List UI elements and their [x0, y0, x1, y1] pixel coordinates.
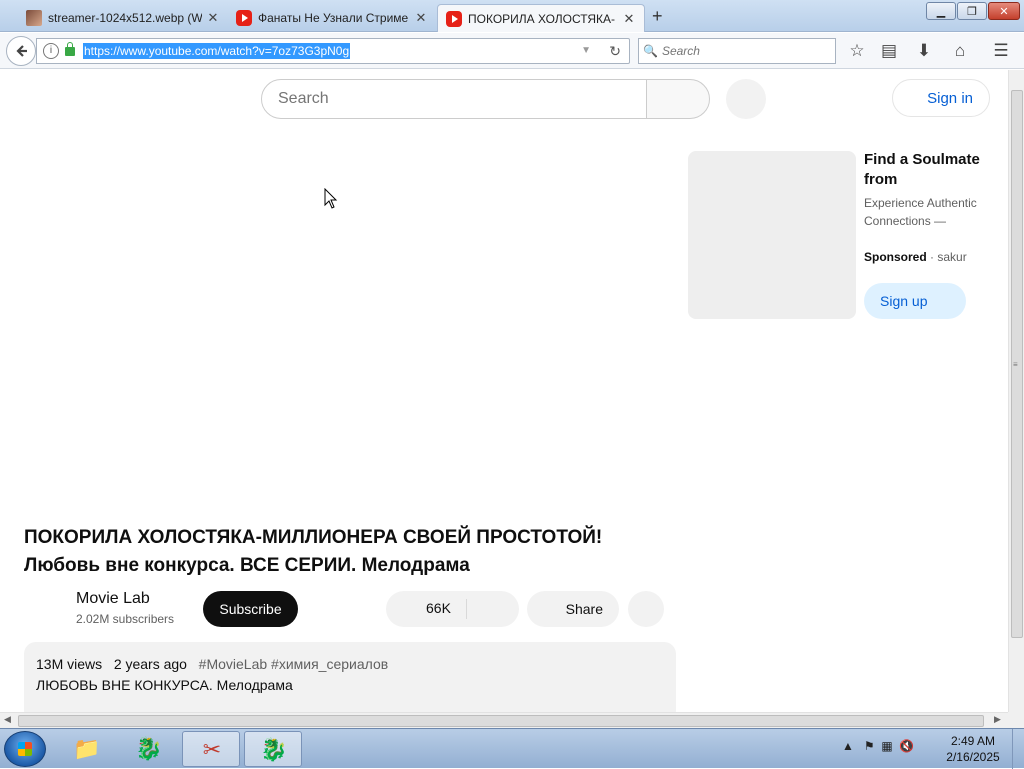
more-actions-button[interactable] — [628, 591, 664, 627]
channel-name[interactable]: Movie Lab — [76, 590, 150, 608]
nav-toolbar: i https://www.youtube.com/watch?v=7oz73G… — [0, 33, 1024, 69]
menu-icon[interactable]: ☰ — [990, 40, 1012, 62]
action-center-flag-icon[interactable]: ⚑ — [864, 739, 875, 753]
browser-search-input[interactable] — [661, 44, 822, 58]
bookmarks-list-icon[interactable]: ▤ — [878, 40, 900, 62]
scroll-left-icon[interactable]: ◀ — [4, 714, 11, 725]
scrollbar-corner — [1008, 712, 1024, 728]
youtube-page: Sign in Find a Soulmate from Experience … — [0, 70, 1008, 712]
tab-close-icon[interactable]: ✕ — [206, 10, 220, 26]
tab-strip: streamer-1024x512.webp (W ✕ Фанаты Не Уз… — [0, 0, 1024, 32]
browser-search-box[interactable]: 🔍 — [638, 38, 836, 64]
system-tray: ▲ ⚑ ▦ 🔇 — [842, 739, 914, 753]
dragon-icon: 🐉 — [135, 736, 163, 761]
youtube-search-input[interactable] — [278, 90, 618, 108]
voice-search-button[interactable] — [726, 79, 766, 119]
start-button[interactable] — [4, 731, 46, 767]
address-bar[interactable]: i https://www.youtube.com/watch?v=7oz73G… — [36, 38, 630, 64]
vertical-scrollbar[interactable]: ≡ — [1008, 70, 1024, 712]
ad-signup-button[interactable]: Sign up — [864, 283, 966, 319]
tab-title: Фанаты Не Узнали Стриме — [258, 11, 409, 25]
close-window-button[interactable]: ✕ — [988, 2, 1020, 20]
browser-tab-2[interactable]: Фанаты Не Узнали Стриме ✕ — [228, 4, 436, 32]
reload-icon[interactable]: ↻ — [609, 43, 621, 60]
image-icon — [26, 10, 42, 26]
scroll-right-icon[interactable]: ▶ — [994, 714, 1001, 725]
horizontal-scroll-thumb[interactable] — [18, 715, 984, 727]
youtube-search-box[interactable] — [261, 79, 647, 119]
tab-title: ПОКОРИЛА ХОЛОСТЯКА- — [468, 11, 615, 26]
video-stats: 13M views 2 years ago #MovieLab #химия_с… — [36, 656, 388, 672]
hashtags[interactable]: #MovieLab #химия_сериалов — [199, 656, 389, 672]
like-dislike-group[interactable] — [386, 591, 519, 627]
back-button[interactable] — [6, 36, 36, 66]
clock-time: 2:49 AM — [950, 734, 996, 748]
tab-title: streamer-1024x512.webp (W — [48, 11, 202, 25]
scissors-icon: ✂ — [202, 737, 222, 762]
home-icon[interactable]: ⌂ — [949, 40, 971, 62]
sign-in-button[interactable]: Sign in — [892, 79, 990, 117]
lock-icon — [65, 41, 75, 56]
info-icon[interactable]: i — [43, 43, 59, 59]
bookmark-star-icon[interactable]: ☆ — [846, 40, 868, 62]
taskbar-app-2[interactable]: 🐉 — [244, 731, 302, 767]
youtube-icon — [446, 10, 462, 27]
ad-description: Experience Authentic Connections — — [864, 196, 977, 228]
volume-muted-icon[interactable]: 🔇 — [899, 739, 914, 753]
taskbar-app-1[interactable]: 🐉 — [120, 731, 178, 767]
taskbar-explorer[interactable]: 📁 — [58, 731, 116, 767]
like-divider — [466, 599, 467, 619]
subscribe-button[interactable]: Subscribe — [203, 591, 298, 627]
sponsored-label: Sponsored — [864, 250, 927, 264]
dropdown-arrow-icon[interactable]: ▼ — [581, 45, 591, 56]
upload-age: 2 years ago — [113, 656, 187, 672]
minimize-button[interactable]: ▁ — [926, 2, 956, 20]
tab-close-icon[interactable]: ✕ — [622, 11, 636, 27]
description-text: ЛЮБОВЬ ВНЕ КОНКУРСА. Мелодрама — [36, 677, 293, 693]
video-title: ПОКОРИЛА ХОЛОСТЯКА-МИЛЛИОНЕРА СВОЕЙ ПРОС… — [24, 527, 603, 576]
show-hidden-icons-icon[interactable]: ▲ — [842, 739, 854, 753]
browser-tab-1[interactable]: streamer-1024x512.webp (W ✕ — [18, 4, 228, 32]
maximize-button[interactable]: ❐ — [957, 2, 987, 20]
show-desktop-button[interactable] — [1012, 729, 1024, 769]
dragon-icon: 🐉 — [260, 737, 288, 762]
folder-icon: 📁 — [73, 736, 101, 761]
ad-title[interactable]: Find a Soulmate from — [864, 150, 994, 190]
subscriber-count: 2.02M subscribers — [76, 612, 175, 626]
horizontal-scrollbar[interactable]: ◀ ▶ — [0, 712, 1008, 728]
ad-advertiser: · sakur — [930, 250, 967, 264]
tab-close-icon[interactable]: ✕ — [414, 10, 428, 26]
system-clock[interactable]: 2:49 AM 2/16/2025 — [942, 733, 1004, 765]
like-count[interactable]: 66K — [426, 600, 451, 616]
share-button[interactable]: Share — [527, 591, 619, 627]
taskbar-snipping-tool[interactable]: ✂ — [182, 731, 240, 767]
search-engine-icon[interactable]: 🔍 — [643, 44, 658, 58]
ad-thumbnail[interactable] — [688, 151, 856, 319]
taskbar: 📁 🐉 ✂ 🐉 ▲ ⚑ ▦ 🔇 2:49 AM 2/16/2025 — [0, 728, 1024, 769]
ad-meta: Sponsored · sakur — [864, 250, 1004, 264]
arrow-left-icon — [16, 45, 27, 57]
new-tab-button[interactable]: + — [652, 6, 663, 27]
browser-tab-3[interactable]: ПОКОРИЛА ХОЛОСТЯКА- ✕ — [437, 4, 645, 32]
view-count: 13M views — [36, 656, 103, 672]
download-icon[interactable]: ⬇ — [913, 40, 935, 62]
clock-date: 2/16/2025 — [946, 750, 1000, 764]
mouse-cursor-icon — [324, 188, 338, 209]
network-icon[interactable]: ▦ — [881, 739, 892, 753]
grip-icon: ≡ — [1013, 360, 1018, 369]
youtube-search-button[interactable] — [646, 79, 710, 119]
url-text[interactable]: https://www.youtube.com/watch?v=7oz73G3p… — [83, 43, 351, 59]
youtube-icon — [236, 10, 252, 26]
